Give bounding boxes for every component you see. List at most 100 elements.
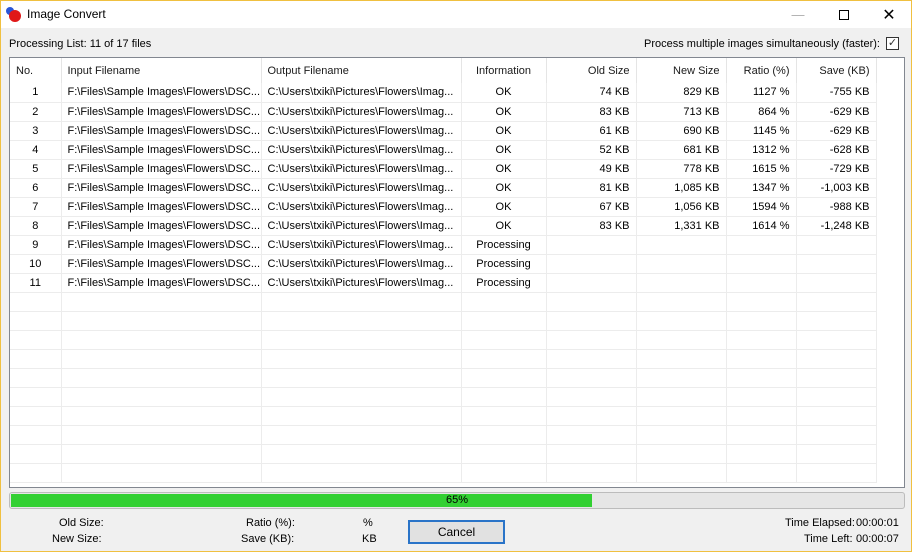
empty-cell <box>261 368 462 388</box>
cell-old-size: 67 KB <box>546 197 637 217</box>
table-row[interactable]: 4 F:\Files\Sample Images\Flowers\DSC... C:… <box>10 140 877 160</box>
empty-cell <box>636 463 727 483</box>
file-list[interactable]: No. Input Filename Output Filename Infor… <box>9 57 905 488</box>
close-button[interactable]: ✕ <box>866 1 912 28</box>
cell-input-filename: F:\Files\Sample Images\Flowers\DSC... <box>61 102 262 122</box>
table-row[interactable]: 6 F:\Files\Sample Images\Flowers\DSC... C:… <box>10 178 877 198</box>
empty-cell <box>461 425 547 445</box>
cell-save: -729 KB <box>796 159 877 179</box>
empty-row <box>10 292 877 312</box>
table-row[interactable]: 8 F:\Files\Sample Images\Flowers\DSC... C:… <box>10 216 877 236</box>
cell-ratio <box>726 254 797 274</box>
empty-cell <box>636 406 727 426</box>
time-left-value: 00:00:07 <box>856 533 899 545</box>
cell-save: -1,248 KB <box>796 216 877 236</box>
cell-save <box>796 254 877 274</box>
cell-output-filename: C:\Users\txiki\Pictures\Flowers\Imag... <box>261 159 462 179</box>
empty-cell <box>636 387 727 407</box>
empty-cell <box>10 330 62 350</box>
empty-cell <box>10 368 62 388</box>
column-header-input[interactable]: Input Filename <box>61 58 262 83</box>
empty-cell <box>61 349 262 369</box>
time-elapsed-value: 00:00:01 <box>856 517 899 529</box>
progress-bar: 65% <box>9 492 905 509</box>
empty-cell <box>61 368 262 388</box>
table-row[interactable]: 3 F:\Files\Sample Images\Flowers\DSC... C:… <box>10 121 877 141</box>
empty-row <box>10 311 877 331</box>
cancel-button[interactable]: Cancel <box>408 520 505 544</box>
cell-information: OK <box>461 83 547 103</box>
cell-old-size: 83 KB <box>546 102 637 122</box>
cell-ratio: 1127 % <box>726 83 797 103</box>
empty-cell <box>261 425 462 445</box>
table-row[interactable]: 1 F:\Files\Sample Images\Flowers\DSC... C:… <box>10 83 877 103</box>
empty-cell <box>636 330 727 350</box>
window-title: Image Convert <box>27 7 106 21</box>
cell-row-number: 10 <box>10 254 62 274</box>
cell-new-size: 681 KB <box>636 140 727 160</box>
empty-cell <box>546 330 637 350</box>
cell-information: Processing <box>461 254 547 274</box>
empty-cell <box>10 292 62 312</box>
cell-row-number: 2 <box>10 102 62 122</box>
multi-process-checkbox[interactable]: ✓ <box>886 37 899 50</box>
table-row[interactable]: 9 F:\Files\Sample Images\Flowers\DSC... C:… <box>10 235 877 255</box>
cell-new-size <box>636 273 727 293</box>
empty-cell <box>726 349 797 369</box>
table-row[interactable]: 10 F:\Files\Sample Images\Flowers\DSC... C… <box>10 254 877 274</box>
empty-cell <box>461 330 547 350</box>
cell-save: -629 KB <box>796 102 877 122</box>
new-size-label: New Size: <box>52 533 102 545</box>
cell-row-number: 9 <box>10 235 62 255</box>
column-header-no[interactable]: No. <box>10 58 62 83</box>
maximize-button[interactable] <box>821 1 867 28</box>
empty-cell <box>726 463 797 483</box>
cell-information: OK <box>461 216 547 236</box>
empty-cell <box>796 292 877 312</box>
file-table: No. Input Filename Output Filename Infor… <box>10 58 877 483</box>
empty-cell <box>10 349 62 369</box>
empty-row <box>10 368 877 388</box>
time-left-label: Time Left: <box>804 533 853 545</box>
image-convert-window: Image Convert — ✕ Processing List: 11 of… <box>0 0 912 552</box>
cell-row-number: 6 <box>10 178 62 198</box>
table-row[interactable]: 2 F:\Files\Sample Images\Flowers\DSC... C:… <box>10 102 877 122</box>
cell-row-number: 8 <box>10 216 62 236</box>
empty-cell <box>796 425 877 445</box>
table-header: No. Input Filename Output Filename Infor… <box>10 58 877 83</box>
cell-new-size <box>636 254 727 274</box>
empty-cell <box>796 406 877 426</box>
cell-output-filename: C:\Users\txiki\Pictures\Flowers\Imag... <box>261 254 462 274</box>
empty-cell <box>726 368 797 388</box>
cell-new-size: 1,331 KB <box>636 216 727 236</box>
column-header-old-size[interactable]: Old Size <box>546 58 637 83</box>
cell-old-size: 83 KB <box>546 216 637 236</box>
minimize-button[interactable]: — <box>775 1 821 28</box>
cell-new-size <box>636 235 727 255</box>
column-header-output[interactable]: Output Filename <box>261 58 462 83</box>
cell-save: -988 KB <box>796 197 877 217</box>
column-header-information[interactable]: Information <box>461 58 547 83</box>
empty-cell <box>261 387 462 407</box>
cell-new-size: 690 KB <box>636 121 727 141</box>
table-row[interactable]: 11 F:\Files\Sample Images\Flowers\DSC... C… <box>10 273 877 293</box>
table-row[interactable]: 7 F:\Files\Sample Images\Flowers\DSC... C:… <box>10 197 877 217</box>
cell-row-number: 7 <box>10 197 62 217</box>
empty-cell <box>546 463 637 483</box>
column-header-save[interactable]: Save (KB) <box>796 58 877 83</box>
table-row[interactable]: 5 F:\Files\Sample Images\Flowers\DSC... C:… <box>10 159 877 179</box>
empty-cell <box>61 463 262 483</box>
empty-cell <box>261 349 462 369</box>
empty-row <box>10 349 877 369</box>
cell-output-filename: C:\Users\txiki\Pictures\Flowers\Imag... <box>261 197 462 217</box>
cell-information: OK <box>461 159 547 179</box>
cell-old-size: 52 KB <box>546 140 637 160</box>
time-elapsed-label: Time Elapsed: <box>785 517 855 529</box>
empty-cell <box>461 292 547 312</box>
column-header-new-size[interactable]: New Size <box>636 58 727 83</box>
empty-cell <box>796 387 877 407</box>
column-header-ratio[interactable]: Ratio (%) <box>726 58 797 83</box>
cell-new-size: 1,056 KB <box>636 197 727 217</box>
empty-row <box>10 330 877 350</box>
processing-list-status: Processing List: 11 of 17 files <box>9 38 152 50</box>
